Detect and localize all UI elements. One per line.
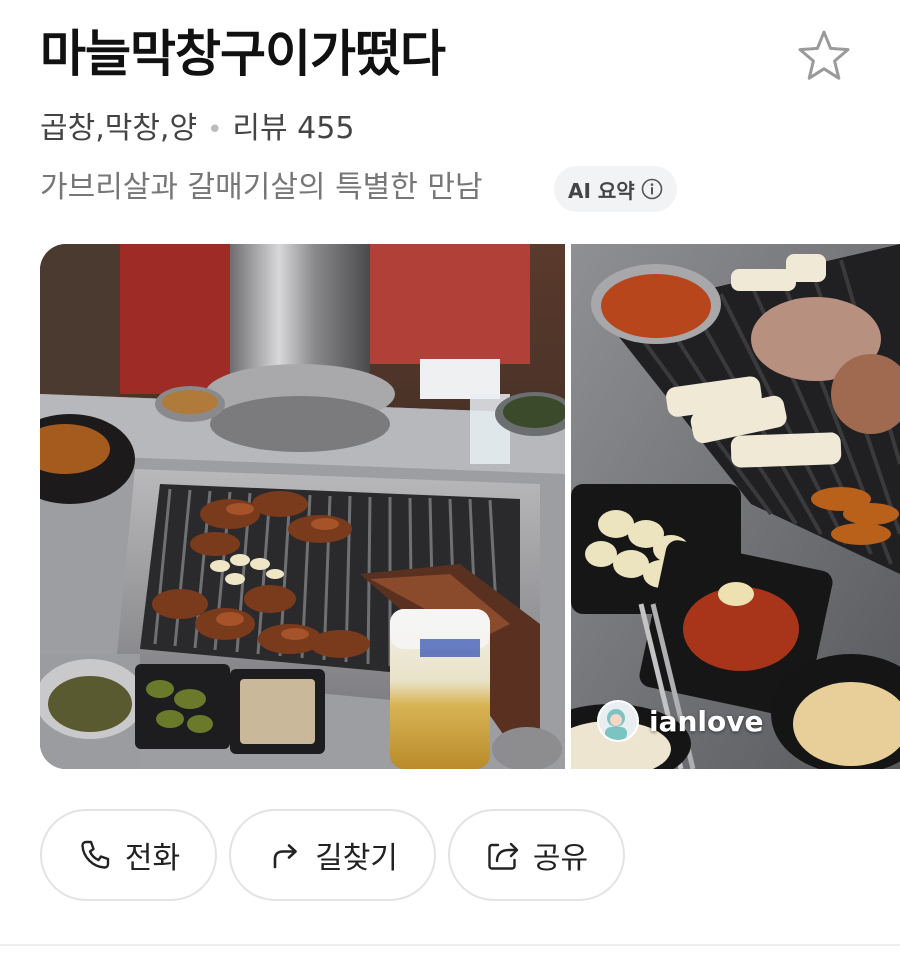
grill-photo-image xyxy=(40,244,565,769)
avatar xyxy=(597,700,639,742)
share-button[interactable]: 공유 xyxy=(448,809,625,901)
phone-icon xyxy=(81,840,110,869)
review-count[interactable]: 455 xyxy=(297,111,354,146)
ai-summary-badge[interactable]: AI 요약 xyxy=(554,166,677,212)
review-label[interactable]: 리뷰 xyxy=(232,111,287,146)
place-name: 마늘막창구이가떴다 xyxy=(40,25,446,83)
photo-gallery: ianlove xyxy=(40,244,900,769)
watermark-username: ianlove xyxy=(649,704,764,738)
category-text: 곱창,막창,양 xyxy=(40,111,198,146)
share-button-label: 공유 xyxy=(532,841,589,876)
star-outline-icon[interactable] xyxy=(795,27,853,85)
call-button[interactable]: 전화 xyxy=(40,809,217,901)
place-meta: 곱창,막창,양 • 리뷰 455 xyxy=(40,108,354,151)
route-button-label: 길찾기 xyxy=(315,841,398,876)
info-circle-icon xyxy=(641,178,662,200)
photo-watermark: ianlove xyxy=(597,700,764,742)
separator-dot: • xyxy=(207,115,223,145)
ai-summary-text: 가브리살과 갈매기살의 특별한 만남 xyxy=(40,170,483,205)
side-dish-photo-image xyxy=(571,244,900,769)
side-photo[interactable]: ianlove xyxy=(571,244,900,769)
call-button-label: 전화 xyxy=(124,841,181,876)
ai-badge-label: AI 요약 xyxy=(568,178,635,203)
share-icon xyxy=(488,842,519,870)
section-divider xyxy=(0,944,900,946)
route-arrow-icon xyxy=(273,844,297,869)
route-button[interactable]: 길찾기 xyxy=(229,809,436,901)
action-bar: 전화 길찾기 공유 xyxy=(40,809,625,901)
main-photo[interactable] xyxy=(40,244,565,769)
